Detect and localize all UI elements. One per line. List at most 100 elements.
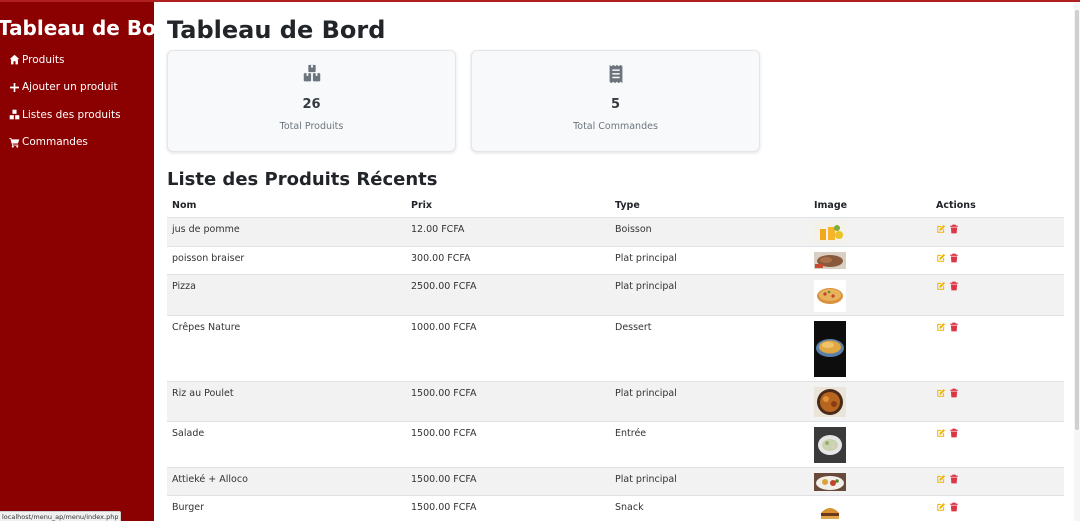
- column-header-image: Image: [809, 194, 931, 218]
- cell-actions: [931, 315, 1064, 382]
- cell-prix: 12.00 FCFA: [406, 217, 610, 247]
- recent-products-title: Liste des Produits Récents: [167, 169, 438, 190]
- table-row: Salade 1500.00 FCFA Entrée: [167, 421, 1064, 468]
- boxes-icon: [300, 63, 324, 85]
- page-title: Tableau de Bord: [167, 16, 386, 44]
- edit-icon[interactable]: [936, 388, 946, 398]
- main-content: Tableau de Bord 26 Total Produits 5 Tota…: [167, 2, 1064, 521]
- cell-actions: [931, 274, 1064, 316]
- edit-icon[interactable]: [936, 428, 946, 438]
- table-row: Crêpes Nature 1000.00 FCFA Dessert: [167, 315, 1064, 382]
- table-header-row: Nom Prix Type Image Actions: [167, 194, 1064, 218]
- sidebar-item-label: Ajouter un produit: [22, 81, 118, 94]
- table-row: Burger 1500.00 FCFA Snack: [167, 495, 1064, 521]
- cell-type: Entrée: [610, 421, 809, 468]
- cell-prix: 1500.00 FCFA: [406, 381, 610, 422]
- cell-actions: [931, 381, 1064, 422]
- cell-image: [809, 315, 931, 382]
- page-scrollbar[interactable]: [1074, 2, 1080, 521]
- sidebar-item-commandes[interactable]: Commandes: [0, 129, 154, 157]
- salad-image: [814, 426, 846, 463]
- cell-prix: 1000.00 FCFA: [406, 315, 610, 382]
- sidebar-item-label: Produits: [22, 53, 65, 66]
- cell-nom: jus de pomme: [167, 217, 406, 247]
- table-row: Riz au Poulet 1500.00 FCFA Plat principal: [167, 381, 1064, 422]
- cell-nom: poisson braiser: [167, 246, 406, 275]
- plus-icon: [8, 81, 20, 93]
- stat-label: Total Produits: [279, 121, 344, 132]
- cell-nom: Pizza: [167, 274, 406, 316]
- cell-type: Boisson: [610, 217, 809, 247]
- column-header-type: Type: [610, 194, 809, 218]
- sidebar-item-listes-produits[interactable]: Listes des produits: [0, 101, 154, 129]
- cell-image: [809, 421, 931, 468]
- column-header-actions: Actions: [931, 194, 1064, 218]
- cell-image: [809, 246, 931, 275]
- pizza-image: [814, 279, 846, 312]
- delete-icon[interactable]: [949, 253, 959, 263]
- cell-nom: Riz au Poulet: [167, 381, 406, 422]
- delete-icon[interactable]: [949, 322, 959, 332]
- delete-icon[interactable]: [949, 388, 959, 398]
- cell-image: [809, 217, 931, 247]
- edit-icon[interactable]: [936, 224, 946, 234]
- column-header-nom: Nom: [167, 194, 406, 218]
- stat-value: 26: [302, 97, 321, 112]
- cell-image: [809, 381, 931, 422]
- attieke-image: [814, 472, 846, 491]
- edit-icon[interactable]: [936, 322, 946, 332]
- cell-actions: [931, 495, 1064, 521]
- edit-icon[interactable]: [936, 253, 946, 263]
- sidebar: Tableau de Bord Produits Ajouter un prod…: [0, 2, 181, 521]
- cell-prix: 1500.00 FCFA: [406, 495, 610, 521]
- cell-image: [809, 274, 931, 316]
- cell-nom: Attieké + Alloco: [167, 467, 406, 496]
- boxes-icon: [8, 109, 20, 121]
- stat-card-orders: 5 Total Commandes: [471, 50, 760, 152]
- cell-type: Plat principal: [610, 467, 809, 496]
- receipt-icon: [604, 63, 628, 85]
- delete-icon[interactable]: [949, 502, 959, 512]
- cell-nom: Burger: [167, 495, 406, 521]
- delete-icon[interactable]: [949, 224, 959, 234]
- edit-icon[interactable]: [936, 281, 946, 291]
- table-row: Attieké + Alloco 1500.00 FCFA Plat princip…: [167, 467, 1064, 496]
- sidebar-brand: Tableau de Bord: [0, 16, 181, 40]
- cart-icon: [8, 136, 20, 148]
- sidebar-item-label: Listes des produits: [22, 108, 121, 121]
- cell-prix: 1500.00 FCFA: [406, 421, 610, 468]
- fish-image: [814, 251, 846, 269]
- sidebar-item-ajouter-produit[interactable]: Ajouter un produit: [0, 74, 154, 102]
- delete-icon[interactable]: [949, 428, 959, 438]
- scrollbar-thumb[interactable]: [1075, 10, 1079, 430]
- cell-type: Snack: [610, 495, 809, 521]
- crepes-image: [814, 320, 846, 377]
- sidebar-nav: Produits Ajouter un produit Listes des p…: [0, 46, 154, 156]
- cell-actions: [931, 246, 1064, 275]
- sidebar-item-produits[interactable]: Produits: [0, 46, 154, 74]
- stat-cards: 26 Total Produits 5 Total Commandes: [167, 50, 1064, 152]
- stat-card-products: 26 Total Produits: [167, 50, 456, 152]
- cell-prix: 2500.00 FCFA: [406, 274, 610, 316]
- column-header-prix: Prix: [406, 194, 610, 218]
- cell-image: [809, 467, 931, 496]
- table-row: poisson braiser 300.00 FCFA Plat principal: [167, 246, 1064, 275]
- cell-type: Plat principal: [610, 246, 809, 275]
- stat-label: Total Commandes: [573, 121, 658, 132]
- home-icon: [8, 54, 20, 66]
- cell-prix: 300.00 FCFA: [406, 246, 610, 275]
- edit-icon[interactable]: [936, 502, 946, 512]
- cell-type: Plat principal: [610, 381, 809, 422]
- delete-icon[interactable]: [949, 474, 959, 484]
- cell-nom: Crêpes Nature: [167, 315, 406, 382]
- cell-nom: Salade: [167, 421, 406, 468]
- browser-status-url: localhost/menu_ap/menu/index.php: [0, 511, 122, 521]
- burger-image: [814, 500, 846, 521]
- cell-type: Dessert: [610, 315, 809, 382]
- delete-icon[interactable]: [949, 281, 959, 291]
- juice-image: [814, 221, 846, 242]
- edit-icon[interactable]: [936, 474, 946, 484]
- stat-value: 5: [610, 97, 621, 112]
- cell-actions: [931, 217, 1064, 247]
- products-table: Nom Prix Type Image Actions jus de pomme…: [167, 194, 1064, 521]
